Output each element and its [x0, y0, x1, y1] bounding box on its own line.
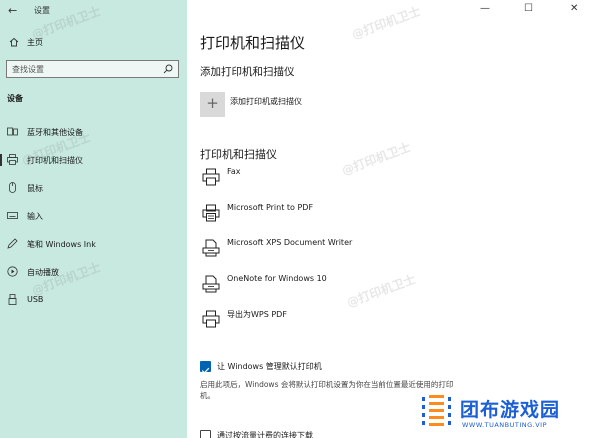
brand-name: 团布游戏园 — [460, 399, 561, 421]
title-bar: ← 设置 — [0, 0, 187, 22]
printer-icon — [7, 154, 18, 165]
metered-download-label: 通过按流量计费的连接下载 — [217, 431, 313, 438]
plus-icon: + — [206, 94, 219, 112]
back-arrow-icon[interactable]: ← — [8, 4, 17, 17]
pdf-printer-icon — [202, 204, 220, 221]
printers-list: Fax Microsoft Print to PDF Microsoft XPS… — [200, 164, 580, 342]
add-printer-button[interactable]: + — [200, 92, 225, 117]
printer-name: 导出为WPS PDF — [227, 310, 287, 319]
list-item[interactable]: Fax — [200, 164, 580, 200]
page-title: 打印机和扫描仪 — [200, 34, 306, 52]
sidebar-item-autoplay[interactable]: 自动播放 — [0, 260, 187, 288]
sidebar-item-home[interactable]: 主页 — [0, 34, 187, 52]
sidebar-item-label: 笔和 Windows Ink — [27, 240, 96, 249]
document-printer-icon — [202, 275, 220, 292]
sidebar-item-typing[interactable]: 输入 — [0, 204, 187, 232]
printer-name: Fax — [227, 167, 241, 176]
list-item[interactable]: OneNote for Windows 10 — [200, 271, 580, 307]
sidebar-item-label: USB — [27, 295, 44, 304]
brand-url: WWW.TUANBUTING.VIP — [462, 421, 547, 429]
sidebar: ← 设置 主页 查找设置 设备 蓝牙和其他设备 打印机和扫描仪 鼠标 输入 笔和… — [0, 0, 187, 438]
printer-icon — [202, 310, 220, 328]
printers-list-title: 打印机和扫描仪 — [200, 148, 277, 161]
search-icon — [163, 64, 173, 74]
bluetooth-icon — [7, 127, 18, 136]
default-printer-checkbox[interactable] — [200, 361, 211, 374]
main-content: 打印机和扫描仪 添加打印机和扫描仪 + 添加打印机或扫描仪 打印机和扫描仪 Fa… — [187, 0, 600, 438]
printer-name: OneNote for Windows 10 — [227, 273, 327, 283]
mouse-icon — [9, 182, 16, 193]
brand-logo-icon — [422, 395, 451, 426]
autoplay-icon — [7, 266, 18, 277]
fax-icon — [202, 168, 220, 186]
sidebar-item-usb[interactable]: USB — [0, 288, 187, 316]
document-printer-icon — [202, 239, 220, 257]
metered-download-checkbox[interactable] — [200, 430, 211, 438]
brand-logo: 团布游戏园 WWW.TUANBUTING.VIP — [420, 391, 600, 438]
list-item[interactable]: Microsoft Print to PDF — [200, 200, 580, 236]
sidebar-item-pen[interactable]: 笔和 Windows Ink — [0, 232, 187, 260]
checkmark-icon — [201, 367, 210, 374]
pen-icon — [7, 238, 18, 249]
sidebar-item-label: 自动播放 — [27, 268, 59, 277]
add-section-title: 添加打印机和扫描仪 — [200, 66, 295, 78]
list-item[interactable]: 导出为WPS PDF — [200, 306, 580, 342]
sidebar-item-printers[interactable]: 打印机和扫描仪 — [0, 148, 187, 176]
search-placeholder: 查找设置 — [12, 65, 44, 74]
printer-name: Microsoft Print to PDF — [227, 202, 314, 212]
sidebar-item-bluetooth[interactable]: 蓝牙和其他设备 — [0, 120, 187, 148]
search-input[interactable]: 查找设置 — [6, 60, 179, 78]
sidebar-item-mouse[interactable]: 鼠标 — [0, 176, 187, 204]
sidebar-item-label: 主页 — [27, 38, 43, 47]
home-icon — [9, 37, 19, 47]
printer-name: Microsoft XPS Document Writer — [227, 238, 353, 247]
add-printer-label[interactable]: 添加打印机或扫描仪 — [230, 96, 302, 107]
default-printer-label: 让 Windows 管理默认打印机 — [217, 362, 322, 371]
sidebar-item-label: 打印机和扫描仪 — [27, 156, 83, 165]
sidebar-nav: 蓝牙和其他设备 打印机和扫描仪 鼠标 输入 笔和 Windows Ink 自动播… — [0, 120, 187, 316]
keyboard-icon — [7, 212, 18, 219]
app-title: 设置 — [34, 6, 50, 15]
sidebar-item-label: 鼠标 — [27, 184, 43, 193]
usb-icon — [8, 294, 17, 305]
list-item[interactable]: Microsoft XPS Document Writer — [200, 235, 580, 271]
sidebar-item-label: 蓝牙和其他设备 — [27, 128, 83, 137]
sidebar-item-label: 输入 — [27, 212, 43, 221]
section-label: 设备 — [7, 94, 23, 103]
